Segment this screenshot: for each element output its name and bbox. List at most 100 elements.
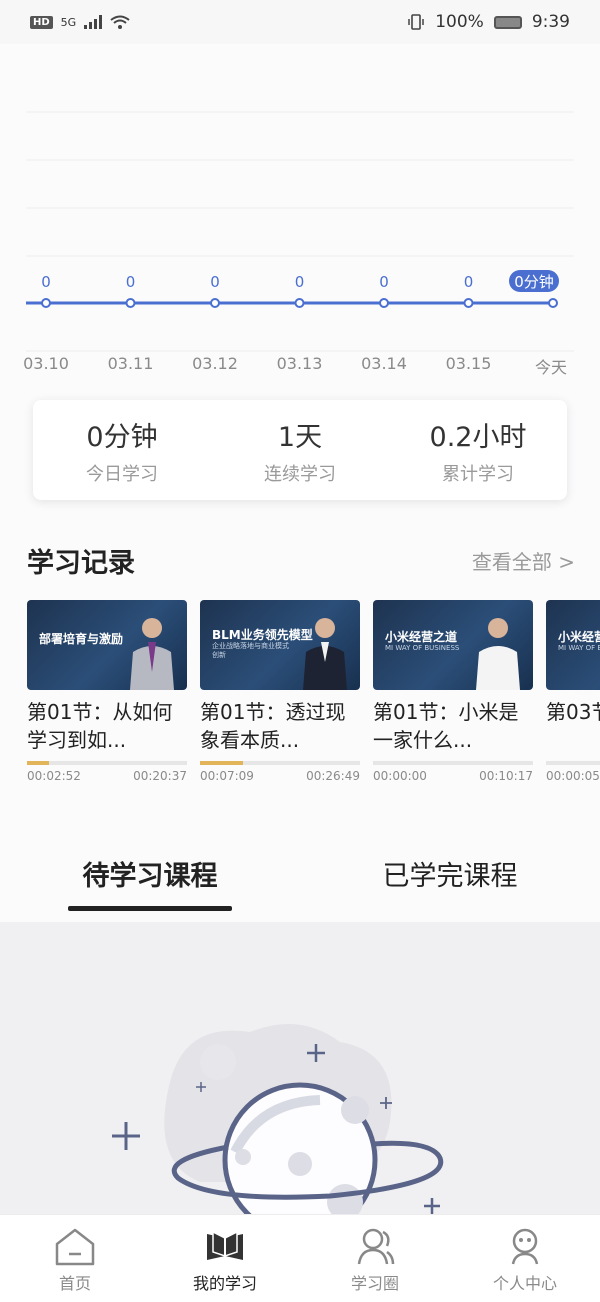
people-icon <box>357 1228 395 1264</box>
stat-label: 累计学习 <box>442 463 514 485</box>
x-tick-label: 03.10 <box>23 354 69 373</box>
record-title: 第01节：透过现象看本质... <box>200 700 346 752</box>
battery-percent: 100% <box>435 12 484 32</box>
data-label: 0 <box>295 273 305 291</box>
chart-svg: 0 0 0 0 0 0 0分钟 <box>26 111 574 352</box>
robot-icon <box>511 1228 539 1264</box>
tab-completed-courses[interactable]: 已学完课程 <box>383 854 518 893</box>
status-bar: HD 5G 100% 9:39 <box>0 0 600 44</box>
stats-card: 0分钟 今日学习 1天 连续学习 0.2小时 累计学习 <box>33 400 567 500</box>
time-watched: 00:07:09 <box>200 769 254 783</box>
data-point <box>463 298 474 308</box>
data-label: 0 <box>126 273 136 291</box>
records-header: 学习记录 查看全部 > <box>27 540 575 580</box>
progress-bar <box>200 761 360 765</box>
data-point <box>125 298 136 308</box>
study-line-chart: 0 0 0 0 0 0 0分钟 <box>0 44 600 384</box>
nav-home[interactable]: 首页 <box>0 1215 150 1302</box>
signal-bars-icon <box>84 15 103 29</box>
data-point <box>548 298 558 308</box>
data-point <box>379 298 389 308</box>
data-point <box>294 298 305 308</box>
course-thumbnail: 小米经营之道 MI WAY OF BUSINESS <box>546 600 600 690</box>
x-tick-label: 03.15 <box>445 354 492 373</box>
bottom-nav: 首页 我的学习 学习圈 个人中心 <box>0 1214 600 1302</box>
time-watched: 00:00:00 <box>373 769 427 783</box>
stat-label: 连续学习 <box>264 463 336 485</box>
x-tick-label: 今天 <box>534 358 568 377</box>
x-tick-label: 03.12 <box>192 354 238 373</box>
stat-today: 0分钟 今日学习 <box>33 400 211 500</box>
stat-label: 今日学习 <box>86 463 158 485</box>
time-total: 00:10:17 <box>479 769 533 783</box>
thumb-subtitle: 企业战略落地与商业模式创新 <box>212 642 289 659</box>
time-total: 00:20:37 <box>133 769 187 783</box>
instructor-image <box>303 618 347 690</box>
time-total: 00:26:49 <box>306 769 360 783</box>
view-all-link[interactable]: 查看全部 > <box>472 546 575 575</box>
stat-total: 0.2小时 累计学习 <box>389 400 567 500</box>
thumb-title: 部署培育与激励 <box>39 632 124 646</box>
time-watched: 00:02:52 <box>27 769 81 783</box>
hd-network-icon: HD <box>30 15 53 29</box>
thumb-title: BLM业务领先模型 <box>212 628 313 642</box>
tab-pending-courses[interactable]: 待学习课程 <box>83 854 218 893</box>
nav-label: 首页 <box>58 1273 91 1293</box>
vibrate-icon <box>408 14 424 30</box>
book-icon <box>207 1230 243 1260</box>
nav-label: 学习圈 <box>350 1273 399 1293</box>
data-point <box>41 298 51 308</box>
record-title: 第01节：小米是一家什么... <box>373 700 519 752</box>
chart-x-axis: 03.10 03.11 03.12 03.13 03.14 03.15 今天 <box>0 354 600 378</box>
data-label: 0 <box>210 273 220 291</box>
stat-streak: 1天 连续学习 <box>211 400 389 500</box>
time-watched: 00:00:05 <box>546 769 600 783</box>
progress-fill <box>27 761 50 765</box>
record-card[interactable]: 小米经营之道 MI WAY OF BUSINESS 第03节为什么 00:00:… <box>546 600 600 783</box>
record-title: 第03节为什么 <box>546 700 600 724</box>
course-thumbnail: BLM业务领先模型 企业战略落地与商业模式创新 <box>200 600 360 690</box>
progress-bar <box>546 761 600 765</box>
battery-icon <box>493 15 522 29</box>
instructor-image <box>476 618 520 690</box>
course-thumbnail: 部署培育与激励 <box>27 600 187 690</box>
progress-bar <box>373 761 533 765</box>
data-label: 0 <box>464 273 474 291</box>
data-point <box>210 298 220 308</box>
course-tabs: 待学习课程 已学完课程 <box>0 840 600 922</box>
thumb-subtitle: MI WAY OF BUSINESS <box>558 644 600 652</box>
stat-value: 0.2小时 <box>429 421 527 453</box>
data-label: 0 <box>41 273 51 291</box>
active-tab-indicator <box>68 906 232 911</box>
course-thumbnail: 小米经营之道 MI WAY OF BUSINESS <box>373 600 533 690</box>
wifi-icon <box>110 15 130 29</box>
stat-value: 0分钟 <box>86 421 158 453</box>
nav-my-learning[interactable]: 我的学习 <box>150 1215 300 1302</box>
thumb-subtitle: MI WAY OF BUSINESS <box>385 644 460 652</box>
data-label: 0分钟 <box>514 273 554 291</box>
nav-label: 个人中心 <box>492 1273 557 1293</box>
record-card[interactable]: 部署培育与激励 第01节：从如何学习到如... 00:02:52 00:20:37 <box>27 600 187 783</box>
progress-fill <box>200 761 244 765</box>
x-tick-label: 03.13 <box>276 354 323 373</box>
planet-illustration <box>112 1024 444 1214</box>
record-card[interactable]: BLM业务领先模型 企业战略落地与商业模式创新 第01节：透过现象看本质... … <box>200 600 360 783</box>
record-title: 第01节：从如何学习到如... <box>27 700 173 752</box>
nav-label: 我的学习 <box>192 1273 257 1293</box>
nav-personal-center[interactable]: 个人中心 <box>450 1215 600 1302</box>
thumb-title: 小米经营之道 <box>558 630 600 644</box>
nav-study-circle[interactable]: 学习圈 <box>300 1215 450 1302</box>
plus-icon <box>112 1122 140 1150</box>
data-label: 0 <box>379 273 389 291</box>
signal-5g-icon: 5G <box>60 15 77 29</box>
empty-state <box>0 922 600 1214</box>
progress-bar <box>27 761 187 765</box>
records-title: 学习记录 <box>27 547 135 579</box>
record-card[interactable]: 小米经营之道 MI WAY OF BUSINESS 第01节：小米是一家什么..… <box>373 600 533 783</box>
clock: 9:39 <box>531 12 570 32</box>
stat-value: 1天 <box>277 421 323 453</box>
plus-icon <box>424 1198 440 1214</box>
instructor-image <box>130 618 174 690</box>
home-icon <box>55 1228 95 1265</box>
records-carousel[interactable]: 部署培育与激励 第01节：从如何学习到如... 00:02:52 00:20:37… <box>27 600 600 800</box>
